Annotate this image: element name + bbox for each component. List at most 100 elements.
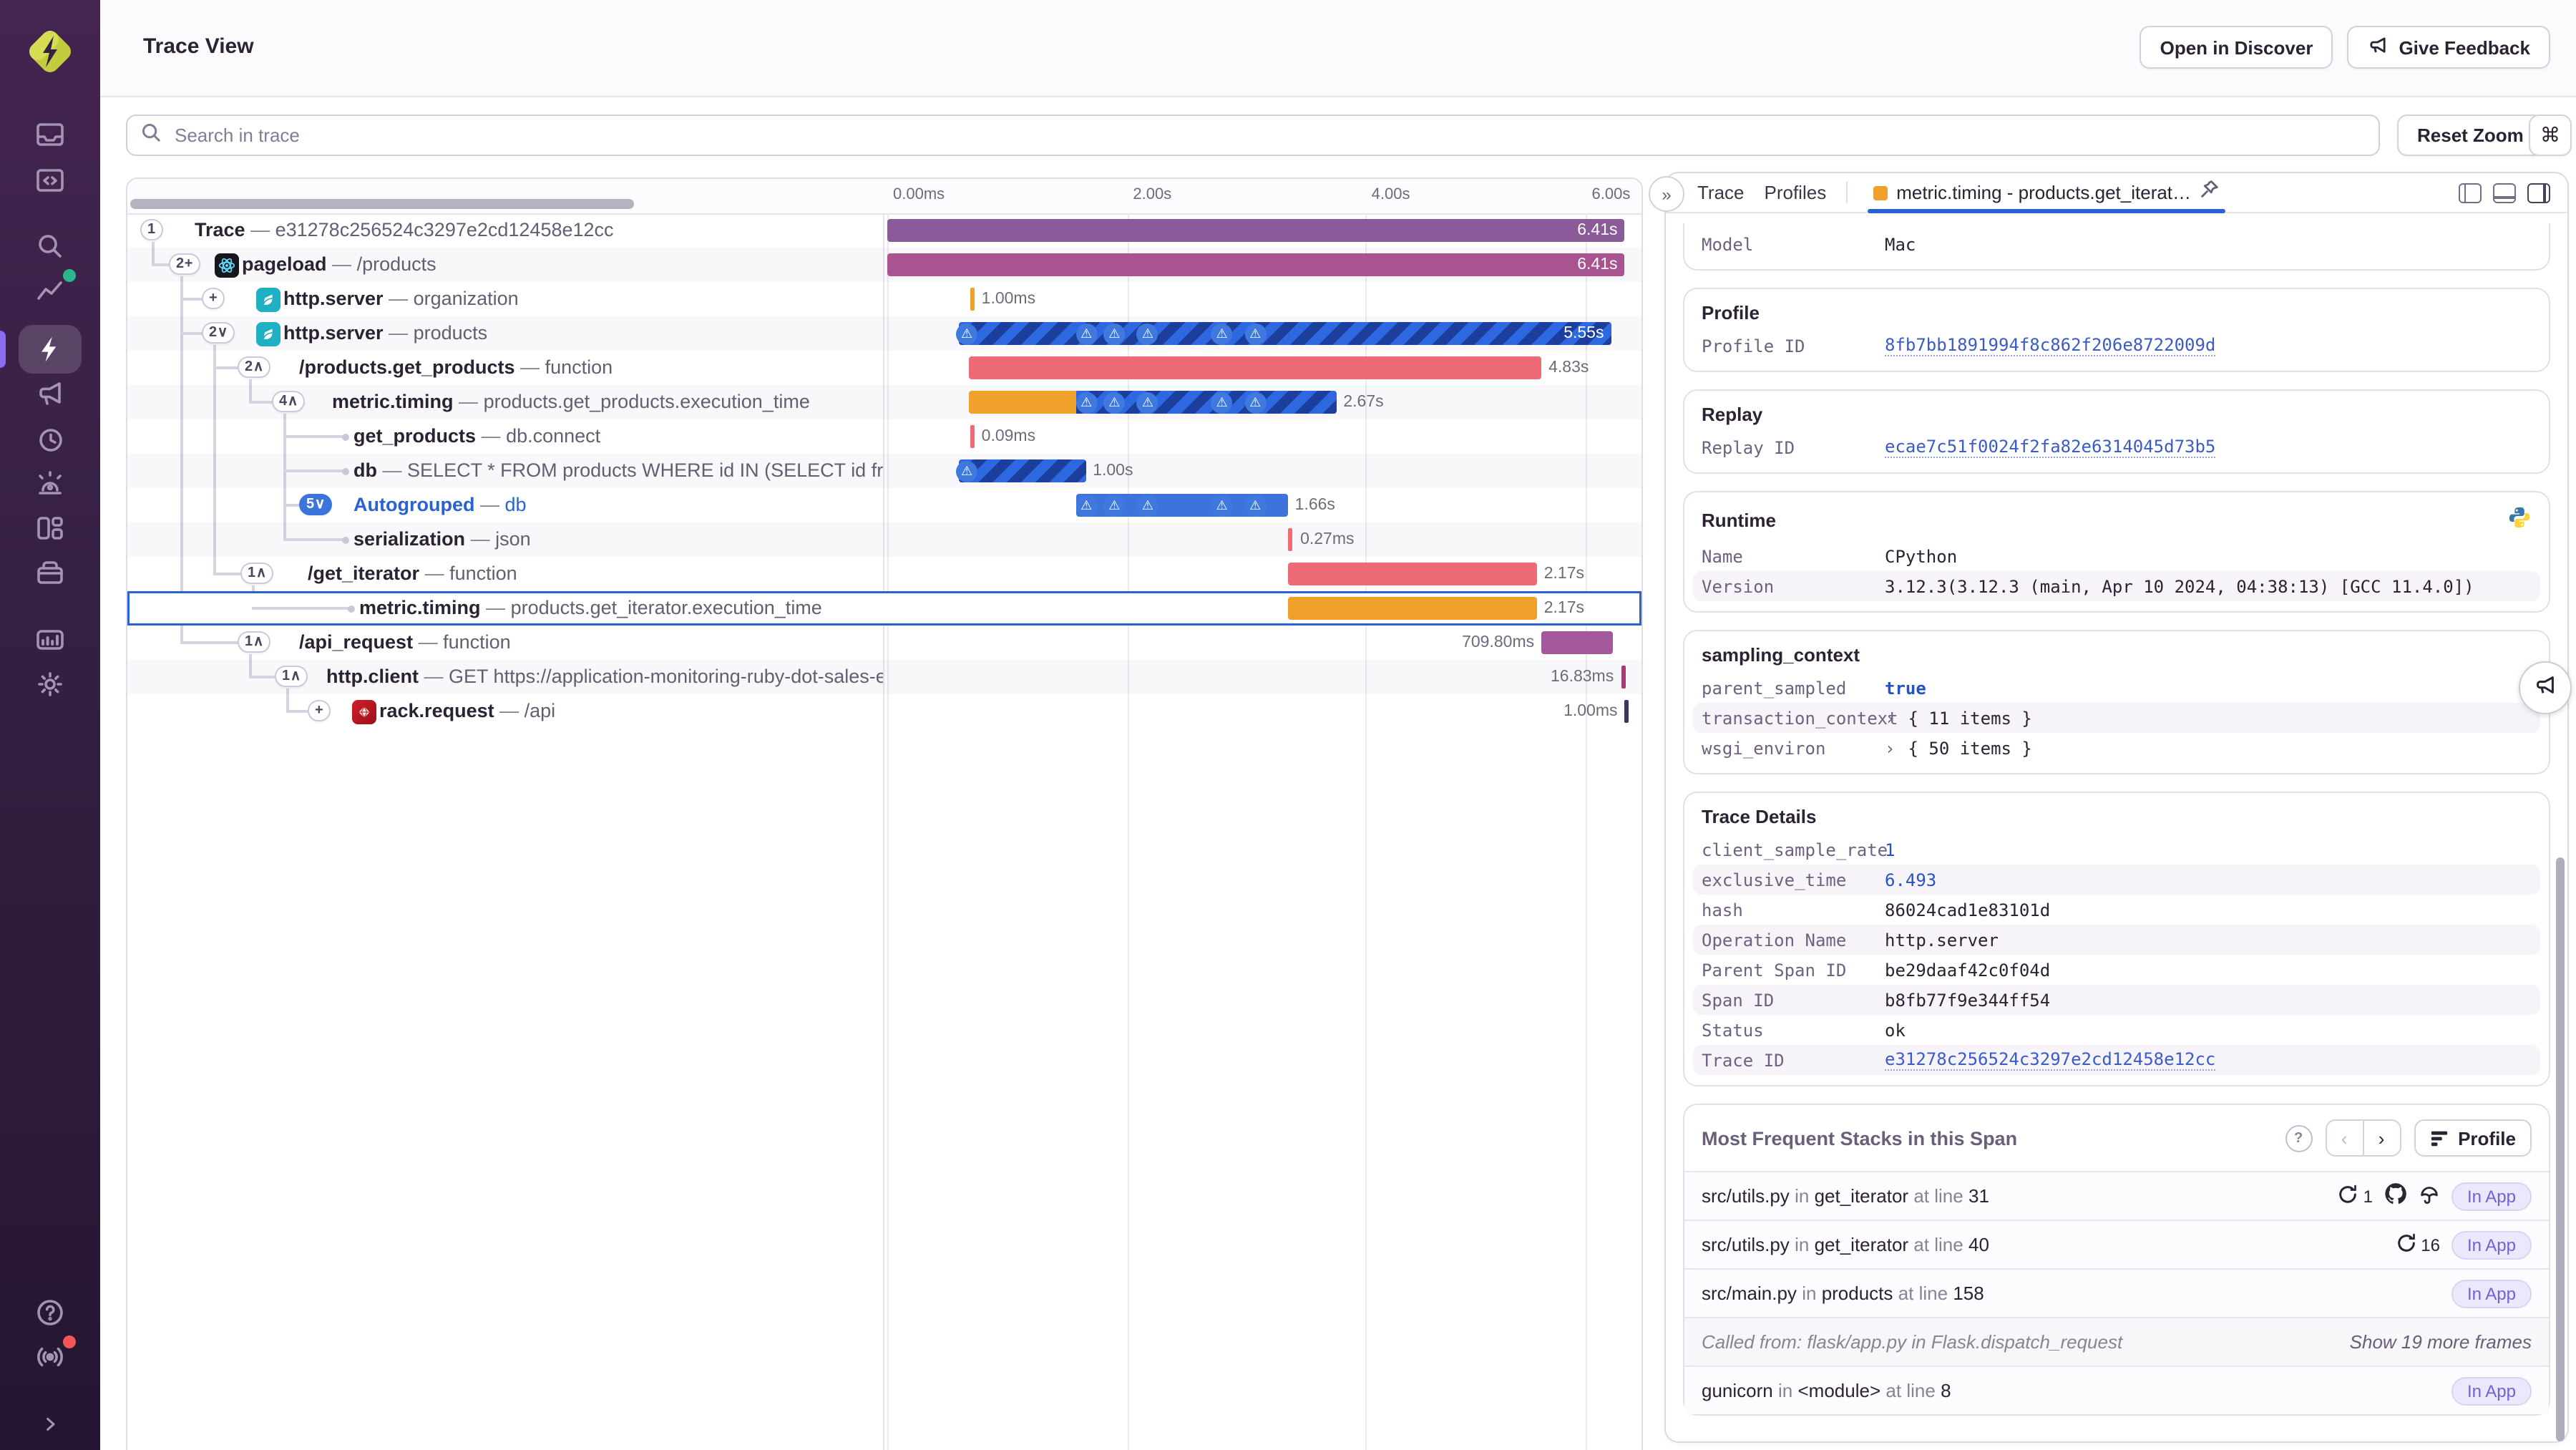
trace-span-row[interactable]: get_products — db.connect 0.09ms	[127, 419, 1641, 454]
sidebar-item-projects[interactable]	[19, 156, 82, 205]
span-children-count-pill[interactable]: 2∨	[202, 322, 235, 344]
trace-span-row[interactable]: 1∧ /api_request — function 709.80ms	[127, 626, 1641, 660]
span-tree-cell[interactable]: 2+ pageload — /products	[127, 248, 883, 282]
performance-issue-warning-icon[interactable]: ⚠	[956, 323, 978, 344]
trace-span-row[interactable]: 1∧ /get_iterator — function 2.17s	[127, 557, 1641, 591]
performance-issue-warning-icon[interactable]: ⚠	[956, 460, 978, 482]
sidebar-item-help[interactable]	[19, 1288, 82, 1337]
span-children-count-pill[interactable]: 1∧	[238, 631, 271, 653]
span-children-count-pill[interactable]: 1∧	[240, 563, 274, 584]
stack-frame-row[interactable]: gunicorn in <module> at line 8 In App	[1684, 1366, 2549, 1414]
span-tree-cell[interactable]: 1 Trace — e31278c256524c3297e2cd12458e12c…	[127, 213, 883, 248]
span-bar-cell[interactable]: 1.00s ⚠	[883, 454, 1641, 488]
span-duration-tick[interactable]	[970, 425, 975, 448]
stack-frame-row[interactable]: src/utils.py in get_iterator at line 31 1…	[1684, 1171, 2549, 1220]
search-in-trace[interactable]	[126, 115, 2380, 156]
span-duration-tick[interactable]	[1621, 666, 1626, 688]
sidebar-item-releases[interactable]	[19, 548, 82, 597]
span-duration-tick[interactable]	[1624, 700, 1629, 723]
span-bar-cell[interactable]: 4.83s	[883, 351, 1641, 385]
prev-page-icon[interactable]: ‹	[2326, 1121, 2364, 1155]
span-tree-cell[interactable]: 5∨ Autogrouped — db	[127, 488, 883, 522]
span-tree-cell[interactable]: 1∧ /get_iterator — function	[127, 557, 883, 591]
trace-span-row[interactable]: serialization — json 0.27ms	[127, 522, 1641, 557]
sidebar-item-settings[interactable]	[19, 660, 82, 709]
performance-issue-warning-icon[interactable]: ⚠	[1075, 495, 1098, 516]
horizontal-scrollbar[interactable]	[130, 199, 634, 209]
trace-span-row[interactable]: + http.server — organization 1.00ms	[127, 282, 1641, 316]
span-bar-cell[interactable]: 1.66s ⚠ ⚠ ⚠ ⚠ ⚠	[883, 488, 1641, 522]
collapse-drawer-icon[interactable]: »	[1649, 176, 1684, 212]
span-children-count-pill[interactable]: 1∧	[275, 666, 308, 687]
performance-issue-warning-icon[interactable]: ⚠	[1075, 391, 1098, 413]
span-duration-tick[interactable]	[970, 288, 975, 311]
span-bar[interactable]	[1288, 597, 1537, 620]
sentry-logo-icon[interactable]	[21, 23, 79, 80]
tab-active-span[interactable]: metric.timing - products.get_iterat…	[1868, 173, 2226, 213]
show-more-frames-link[interactable]: Show 19 more frames	[2350, 1331, 2532, 1353]
sidebar-item-issues[interactable]	[19, 110, 82, 159]
span-bar-cell[interactable]: 6.41s	[883, 248, 1641, 282]
sidebar-item-traces[interactable]	[19, 325, 82, 374]
trace-span-row[interactable]: 4∧ metric.timing — products.get_products.…	[127, 385, 1641, 419]
tab-profiles[interactable]: Profiles	[1765, 182, 1827, 203]
span-bar-cell[interactable]: 2.17s	[883, 557, 1641, 591]
span-bar-cell[interactable]: 2.67s ⚠ ⚠ ⚠ ⚠ ⚠	[883, 385, 1641, 419]
span-bar-cell[interactable]: 0.27ms	[883, 522, 1641, 557]
span-tree-cell[interactable]: get_products — db.connect	[127, 419, 883, 454]
span-bar[interactable]	[1541, 631, 1613, 654]
span-children-count-pill[interactable]: 4∧	[272, 391, 306, 412]
span-bar[interactable]	[887, 253, 1625, 276]
span-children-count-pill[interactable]: 2+	[169, 253, 201, 275]
stack-frame-row[interactable]: src/utils.py in get_iterator at line 40 1…	[1684, 1220, 2549, 1268]
span-bar-cell[interactable]: 6.41s	[883, 213, 1641, 248]
trace-span-row[interactable]: 2∨ http.server — products 5.55s ⚠ ⚠ ⚠ ⚠ ⚠ ⚠	[127, 316, 1641, 351]
span-bar[interactable]	[968, 391, 1076, 414]
span-children-count-pill[interactable]: +	[308, 700, 331, 721]
performance-issue-warning-icon[interactable]: ⚠	[1244, 391, 1267, 413]
help-icon[interactable]: ?	[2285, 1124, 2313, 1152]
span-bar-cell[interactable]: 0.09ms	[883, 419, 1641, 454]
span-tree-cell[interactable]: + http.server — organization	[127, 282, 883, 316]
trace-span-row[interactable]: 2∧ /products.get_products — function 4.83s	[127, 351, 1641, 385]
span-tree-cell[interactable]: 1∧ /api_request — function	[127, 626, 883, 660]
kv-value[interactable]: 8fb7bb1891994f8c862f206e8722009d	[1885, 335, 2216, 356]
span-duration-tick[interactable]	[1288, 528, 1293, 551]
give-feedback-button[interactable]: Give Feedback	[2347, 26, 2550, 69]
layout-left-icon[interactable]	[2459, 183, 2482, 203]
span-children-count-pill[interactable]: 5∨	[299, 494, 333, 515]
profile-button[interactable]: Profile	[2414, 1119, 2532, 1157]
span-tree-cell[interactable]: metric.timing — products.get_iterator.ex…	[127, 591, 883, 626]
trace-span-row[interactable]: 1∧ http.client — GET https://application-…	[127, 660, 1641, 694]
span-bar[interactable]	[968, 356, 1542, 379]
sidebar-item-expand[interactable]	[19, 1400, 82, 1449]
pin-tab-icon[interactable]	[2200, 179, 2220, 206]
span-tree-cell[interactable]: 2∨ http.server — products	[127, 316, 883, 351]
trace-span-row[interactable]: db — SELECT * FROM products WHERE id IN …	[127, 454, 1641, 488]
sidebar-item-feedback[interactable]	[19, 369, 82, 418]
sidebar-item-broadcast[interactable]	[19, 1333, 82, 1381]
sidebar-item-replays[interactable]	[19, 415, 82, 464]
expand-chevron-icon[interactable]: ›	[1885, 708, 1895, 728]
trace-span-row[interactable]: 1 Trace — e31278c256524c3297e2cd12458e12c…	[127, 213, 1641, 248]
span-bar-cell[interactable]: 5.55s ⚠ ⚠ ⚠ ⚠ ⚠ ⚠	[883, 316, 1641, 351]
github-icon[interactable]	[2384, 1182, 2407, 1210]
drawer-scrollbar[interactable]	[2556, 857, 2565, 1441]
span-children-count-pill[interactable]: +	[202, 288, 225, 309]
stack-frame-row[interactable]: src/main.py in products at line 158 In Ap…	[1684, 1268, 2549, 1317]
kv-value[interactable]: ecae7c51f0024f2fa82e6314045d73b5	[1885, 437, 2216, 458]
span-bar[interactable]	[1288, 563, 1537, 585]
trace-span-row[interactable]: metric.timing — products.get_iterator.ex…	[127, 591, 1641, 626]
next-page-icon[interactable]: ›	[2363, 1121, 2399, 1155]
span-children-count-pill[interactable]: 1	[140, 219, 163, 240]
trace-span-row[interactable]: 2+ pageload — /products 6.41s	[127, 248, 1641, 282]
seer-icon[interactable]	[2419, 1183, 2440, 1209]
span-tree-cell[interactable]: 1∧ http.client — GET https://application-…	[127, 660, 883, 694]
search-input[interactable]	[172, 123, 2366, 147]
feedback-fab[interactable]	[2519, 661, 2572, 714]
span-bar-cell[interactable]: 1.00ms	[883, 282, 1641, 316]
open-in-discover-button[interactable]: Open in Discover	[2140, 26, 2333, 69]
tab-trace[interactable]: Trace	[1697, 182, 1745, 203]
sidebar-item-stats[interactable]	[19, 615, 82, 664]
trace-span-row[interactable]: 5∨ Autogrouped — db 1.66s ⚠ ⚠ ⚠ ⚠ ⚠	[127, 488, 1641, 522]
